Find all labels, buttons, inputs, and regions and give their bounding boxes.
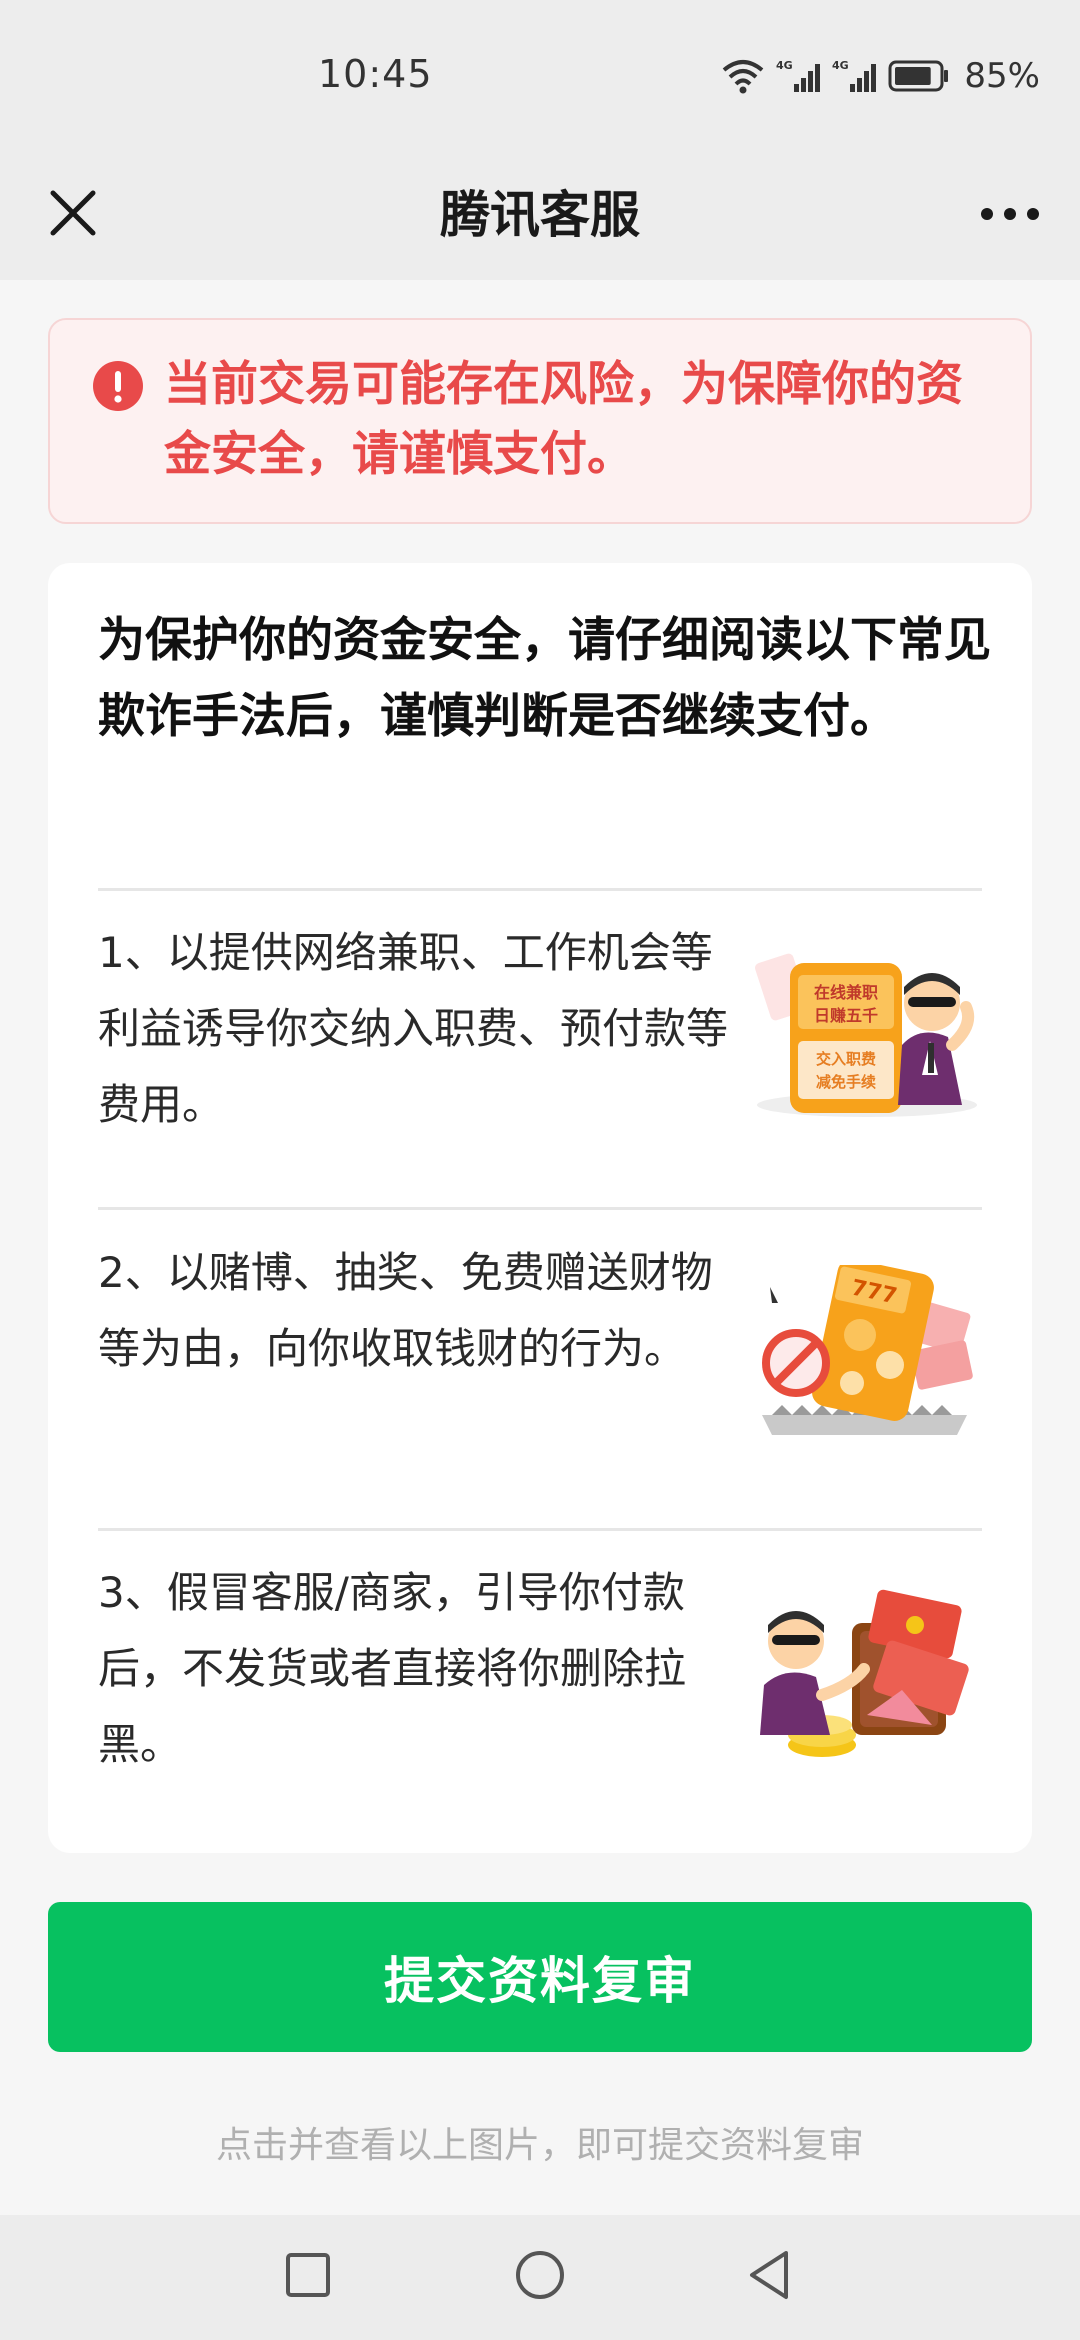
status-time: 10:45 — [318, 52, 433, 96]
scam-item-text: 2、以赌博、抽奖、免费赠送财物等为由，向你收取钱财的行为。 — [98, 1248, 713, 1373]
signal-4g-icon: 4G — [776, 58, 822, 94]
card-heading: 为保护你的资金安全，请仔细阅读以下常见欺诈手法后，谨慎判断是否继续支付。 — [98, 613, 991, 744]
job-scam-illustration[interactable]: 在线兼职 日赚五千 交入职费 减免手续 — [752, 945, 982, 1125]
home-button[interactable] — [508, 2245, 572, 2309]
home-icon — [514, 2249, 566, 2305]
scam-item-text: 1、以提供网络兼职、工作机会等利益诱导你交纳入职费、预付款等费用。 — [98, 928, 729, 1129]
back-button[interactable] — [738, 2245, 802, 2309]
close-button[interactable] — [38, 180, 108, 250]
illustration-text: 在线兼职 — [814, 983, 878, 1002]
gambling-scam-illustration[interactable]: 777 — [752, 1259, 982, 1445]
recent-apps-button[interactable] — [276, 2245, 340, 2309]
risk-alert: 当前交易可能存在风险，为保障你的资金安全，请谨慎支付。 — [48, 318, 1032, 524]
page-title: 腾讯客服 — [440, 186, 640, 244]
battery-icon — [888, 59, 950, 93]
more-icon — [980, 206, 1040, 225]
recent-apps-icon — [285, 2252, 331, 2302]
status-icons: 4G 4G 85% — [720, 56, 1040, 96]
system-nav-bar — [0, 2215, 1080, 2340]
status-bar: 10:45 4G 4G 85% — [0, 0, 1080, 150]
wifi-icon — [720, 58, 766, 94]
illustration-text: 交入职费 — [816, 1050, 876, 1068]
battery-percent: 85% — [964, 56, 1040, 96]
scam-item-gambling: 2、以赌博、抽奖、免费赠送财物等为由，向你收取钱财的行为。 777 — [98, 1235, 982, 1553]
scam-item-job: 1、以提供网络兼职、工作机会等利益诱导你交纳入职费、预付款等费用。 在线兼职 日… — [98, 915, 982, 1233]
scam-item-text: 3、假冒客服/商家，引导你付款后，不发货或者直接将你删除拉黑。 — [98, 1568, 687, 1769]
svg-text:4G: 4G — [832, 59, 849, 72]
divider — [98, 888, 982, 891]
page-content: 当前交易可能存在风险，为保障你的资金安全，请谨慎支付。 为保护你的资金安全，请仔… — [0, 280, 1080, 2215]
divider — [98, 1207, 982, 1210]
scam-item-impersonation: 3、假冒客服/商家，引导你付款后，不发货或者直接将你删除拉黑。 — [98, 1555, 982, 1873]
alert-text: 当前交易可能存在风险，为保障你的资金安全，请谨慎支付。 — [164, 357, 963, 482]
more-button[interactable] — [970, 180, 1050, 250]
submit-review-button[interactable]: 提交资料复审 — [48, 1902, 1032, 2052]
illustration-text: 减免手续 — [816, 1073, 876, 1091]
close-icon — [49, 189, 97, 241]
back-icon — [746, 2249, 794, 2305]
nav-bar: 腾讯客服 — [0, 150, 1080, 280]
warning-icon — [92, 360, 144, 412]
svg-text:4G: 4G — [776, 59, 793, 72]
impersonation-scam-illustration[interactable] — [752, 1585, 982, 1765]
divider — [98, 1528, 982, 1531]
signal-4g-icon: 4G — [832, 58, 878, 94]
illustration-text: 日赚五千 — [814, 1006, 878, 1025]
fraud-info-card: 为保护你的资金安全，请仔细阅读以下常见欺诈手法后，谨慎判断是否继续支付。 1、以… — [48, 563, 1032, 1853]
hint-text: 点击并查看以上图片，即可提交资料复审 — [215, 2125, 864, 2166]
